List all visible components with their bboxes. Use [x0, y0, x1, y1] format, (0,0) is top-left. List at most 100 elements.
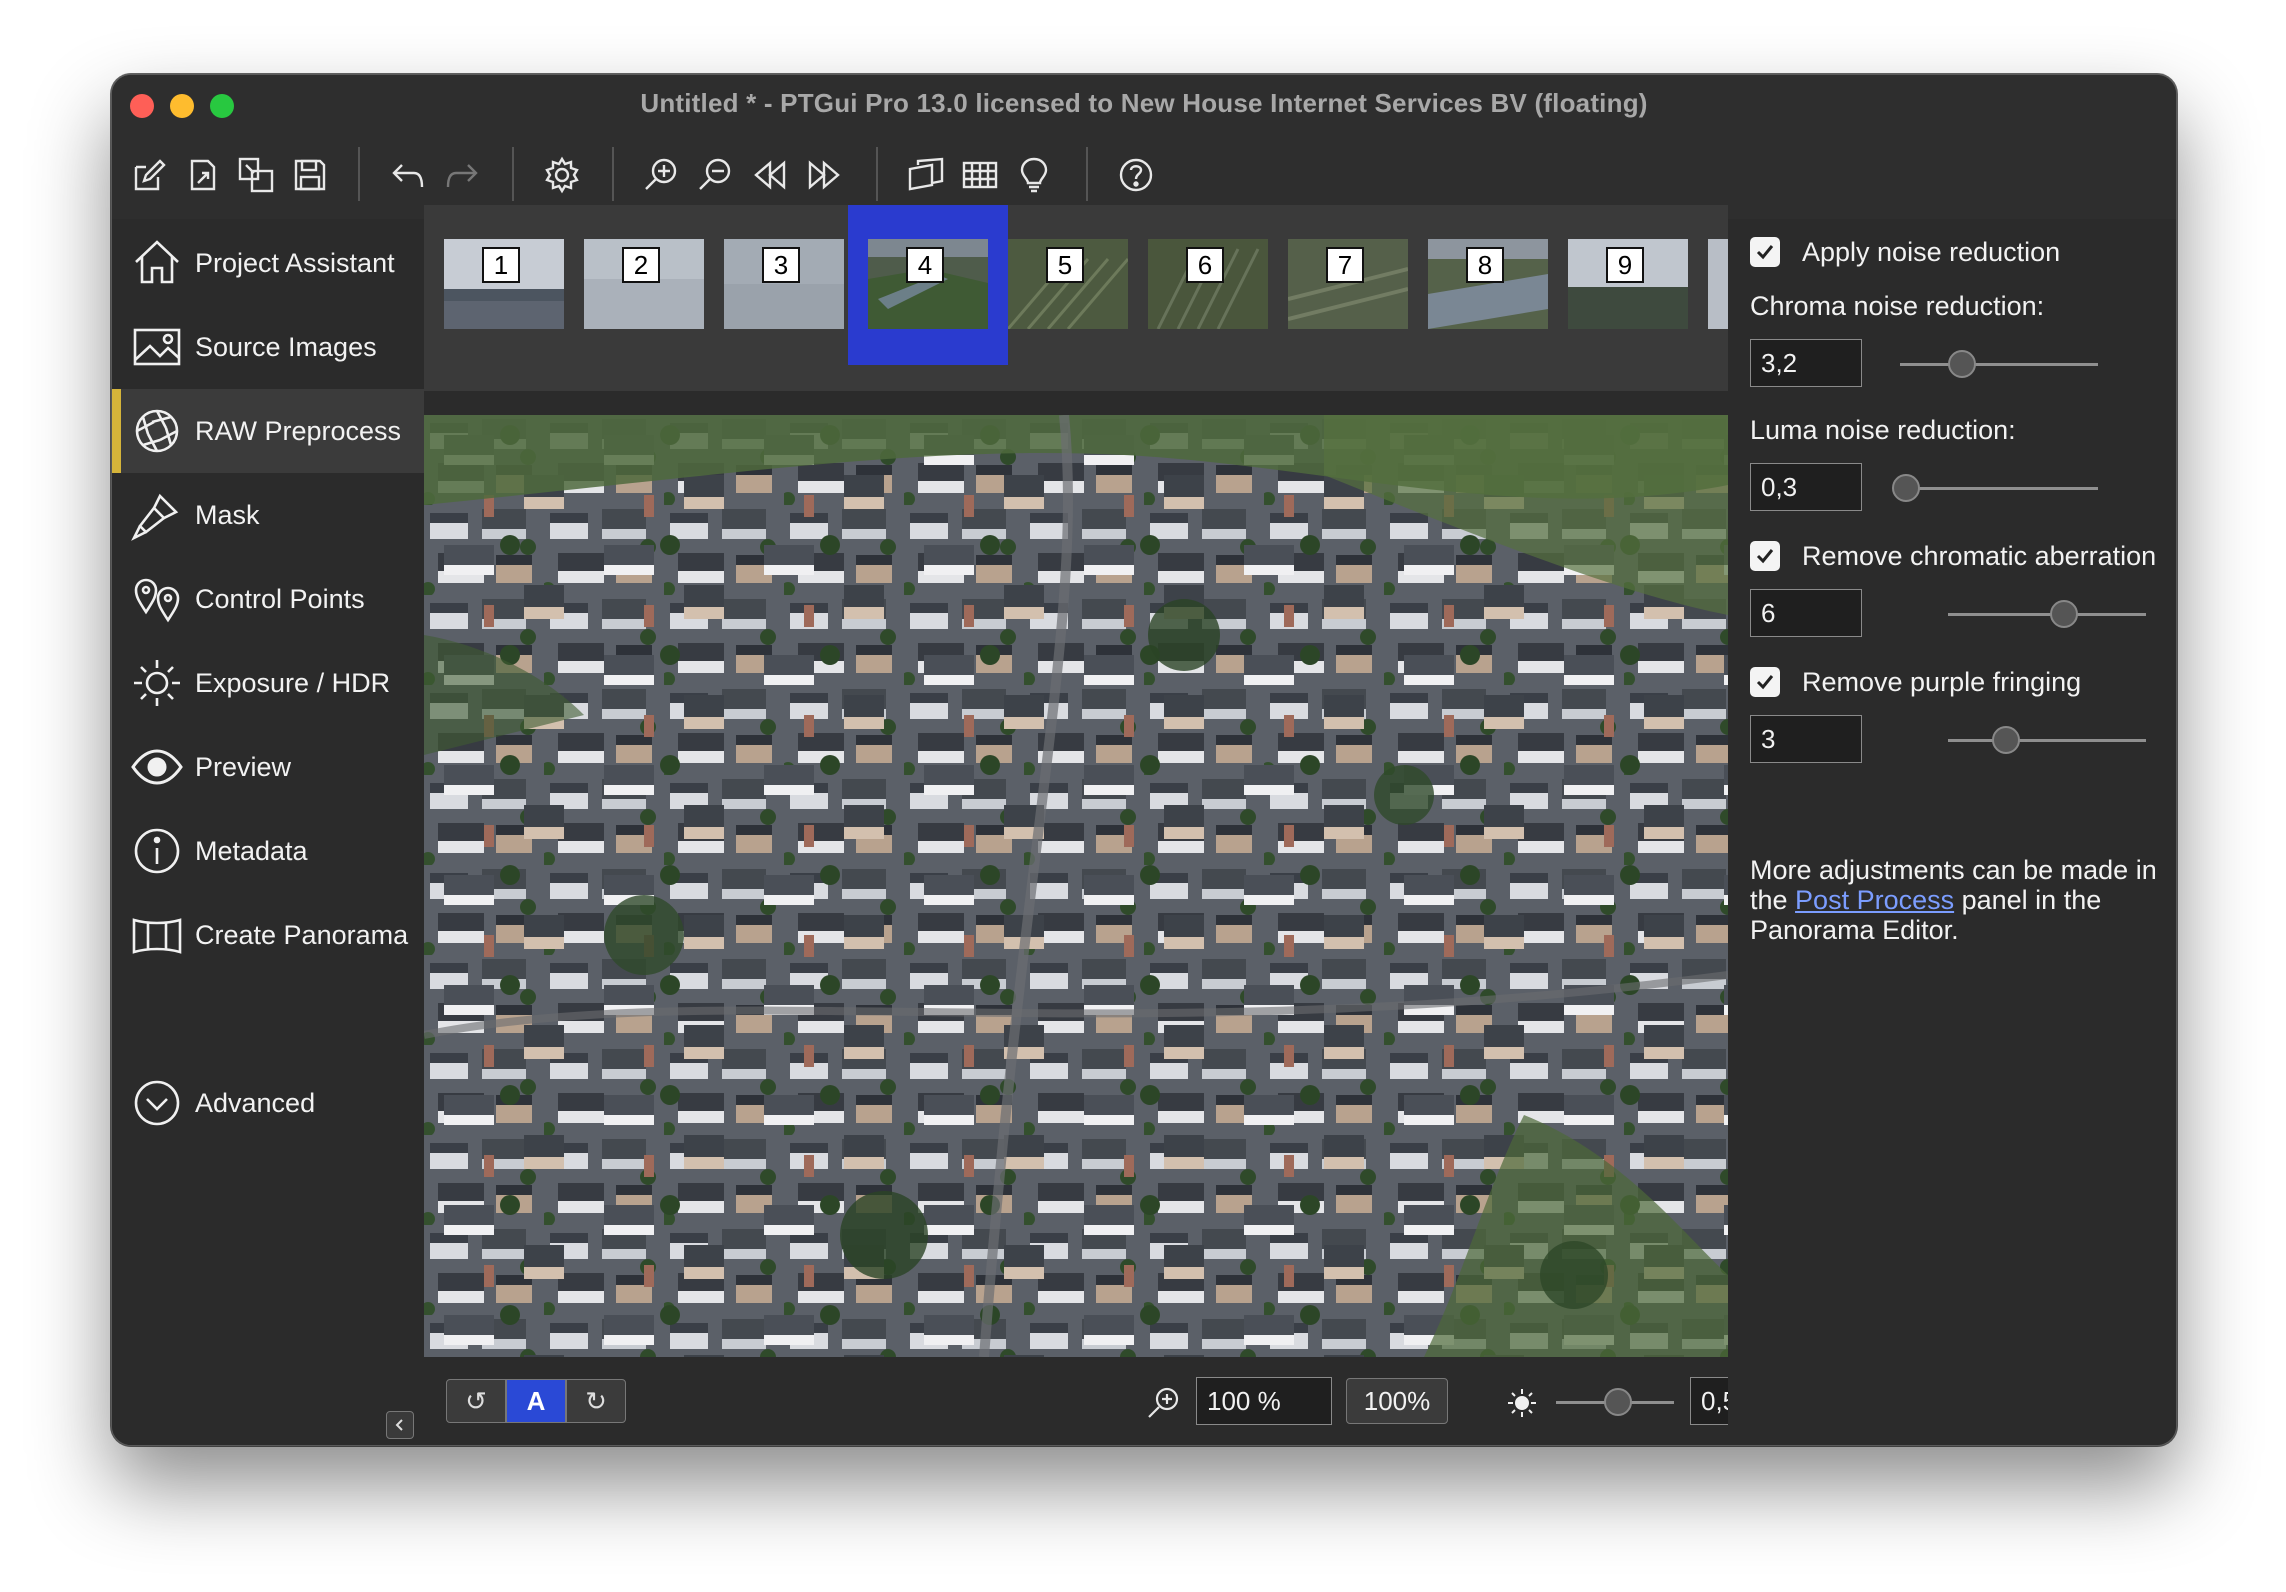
sidebar-item-source-images[interactable]: Source Images: [112, 305, 424, 389]
panorama-editor-button[interactable]: [902, 151, 950, 199]
raw-preprocess-panel: Apply noise reduction Chroma noise reduc…: [1728, 219, 2176, 1445]
checkmark-icon: [1756, 549, 1774, 564]
help-button[interactable]: [1112, 151, 1160, 199]
rotate-left-icon: ↺: [465, 1385, 487, 1416]
thumbnail-1[interactable]: 1: [444, 239, 564, 329]
help-icon: [1119, 158, 1153, 192]
image-viewer[interactable]: [424, 415, 1728, 1357]
map-pin-icon: [130, 572, 184, 626]
sidebar-item-label: Project Assistant: [195, 247, 395, 278]
redo-button[interactable]: [438, 151, 486, 199]
settings-button[interactable]: [538, 151, 586, 199]
next-image-button[interactable]: [800, 151, 848, 199]
thumbnail-number: 2: [622, 247, 660, 283]
auto-rotate-label: A: [526, 1385, 546, 1416]
sidebar-item-label: Create Panorama: [195, 919, 409, 950]
sidebar-item-raw-preprocess[interactable]: RAW Preprocess: [112, 389, 424, 473]
collapse-sidebar-button[interactable]: [386, 1411, 414, 1439]
luma-noise-label: Luma noise reduction:: [1750, 415, 2016, 445]
sidebar-item-advanced[interactable]: Advanced: [112, 1061, 424, 1145]
auto-rotate-button[interactable]: A: [506, 1379, 566, 1423]
rotate-left-button[interactable]: ↺: [446, 1379, 506, 1423]
sidebar-item-label: Preview: [195, 751, 292, 782]
thumbnail-number: 9: [1606, 247, 1644, 283]
add-images-button[interactable]: [232, 151, 280, 199]
chromatic-aberration-slider-knob[interactable]: [2050, 600, 2078, 628]
panorama-editor-icon: [908, 157, 944, 191]
window-title: Untitled * - PTGui Pro 13.0 licensed to …: [640, 88, 1648, 118]
sidebar-item-label: Control Points: [195, 583, 365, 614]
sidebar-item-label: Advanced: [195, 1087, 316, 1118]
post-process-link[interactable]: Post Process: [1795, 885, 1954, 915]
chroma-noise-label: Chroma noise reduction:: [1750, 291, 2045, 321]
thumbnail-5[interactable]: 5: [1008, 239, 1128, 329]
exposure-slider-knob[interactable]: [1604, 1388, 1632, 1416]
undo-button[interactable]: [384, 151, 432, 199]
luma-noise-slider-knob[interactable]: [1892, 474, 1920, 502]
thumbnail-number: 1: [482, 247, 520, 283]
checkmark-icon: [1756, 245, 1774, 260]
chroma-noise-field[interactable]: 3,2: [1750, 339, 1862, 387]
open-project-button[interactable]: [178, 151, 226, 199]
apply-noise-reduction-label: Apply noise reduction: [1802, 237, 2061, 267]
previous-image-button[interactable]: [746, 151, 794, 199]
chromatic-aberration-slider[interactable]: [1948, 613, 2146, 616]
chevron-down-circle-icon: [130, 1076, 184, 1130]
thumbnail-number: 6: [1186, 247, 1224, 283]
lightbulb-button[interactable]: [1010, 151, 1058, 199]
chromatic-aberration-field[interactable]: 6: [1750, 589, 1862, 637]
sidebar-item-exposure-hdr[interactable]: Exposure / HDR: [112, 641, 424, 725]
thumbnail-7[interactable]: 7: [1288, 239, 1408, 329]
viewer-bottom-bar: ↺ A ↻ 100 % 100% 0,5 EV: [424, 1357, 1818, 1445]
lightbulb-icon: [1020, 157, 1048, 193]
thumbnail-6[interactable]: 6: [1148, 239, 1268, 329]
purple-fringing-field[interactable]: 3: [1750, 715, 1862, 763]
thumbnail-10-partial[interactable]: [1708, 239, 1728, 329]
chroma-noise-slider-knob[interactable]: [1948, 350, 1976, 378]
post-process-note: More adjustments can be made in the Post…: [1750, 855, 2160, 945]
sidebar-item-project-assistant[interactable]: Project Assistant: [112, 221, 424, 305]
remove-purple-fringing-checkbox[interactable]: [1750, 667, 1780, 697]
toolbar-separator: [612, 147, 614, 201]
rotate-right-button[interactable]: ↻: [566, 1379, 626, 1423]
thumbnail-2[interactable]: 2: [584, 239, 704, 329]
save-button[interactable]: [286, 151, 334, 199]
zoom-percent-field[interactable]: 100 %: [1196, 1377, 1332, 1425]
sidebar-item-metadata[interactable]: Metadata: [112, 809, 424, 893]
luma-noise-slider[interactable]: [1900, 487, 2098, 490]
table-button[interactable]: [956, 151, 1004, 199]
eye-icon: [130, 740, 184, 794]
thumbnail-number: 3: [762, 247, 800, 283]
aerial-village-photo: [424, 415, 1728, 1357]
sidebar: Project Assistant Source Images RAW Prep…: [112, 219, 424, 1445]
zoom-icon: [1146, 1385, 1182, 1421]
thumbnail-3[interactable]: 3: [724, 239, 844, 329]
sidebar-item-preview[interactable]: Preview: [112, 725, 424, 809]
remove-chromatic-aberration-checkbox[interactable]: [1750, 541, 1780, 571]
checkmark-icon: [1756, 675, 1774, 690]
sidebar-item-create-panorama[interactable]: Create Panorama: [112, 893, 424, 977]
sidebar-item-label: Mask: [195, 499, 260, 530]
thumbnail-4[interactable]: 4: [868, 239, 988, 329]
thumbnail-8[interactable]: 8: [1428, 239, 1548, 329]
purple-fringing-slider-knob[interactable]: [1992, 726, 2020, 754]
zoom-100-button[interactable]: 100%: [1346, 1378, 1448, 1424]
new-project-button[interactable]: [124, 151, 172, 199]
new-project-icon: [134, 159, 166, 191]
brush-icon: [130, 488, 184, 542]
ptgui-window: Untitled * - PTGui Pro 13.0 licensed to …: [111, 74, 2177, 1446]
remove-purple-fringing-label: Remove purple fringing: [1802, 667, 2082, 697]
apply-noise-reduction-checkbox[interactable]: [1750, 237, 1780, 267]
sidebar-item-control-points[interactable]: Control Points: [112, 557, 424, 641]
table-icon: [962, 161, 998, 189]
chroma-noise-slider[interactable]: [1900, 363, 2098, 366]
purple-fringing-slider[interactable]: [1948, 739, 2146, 742]
title-bar: Untitled * - PTGui Pro 13.0 licensed to …: [112, 75, 2176, 131]
thumbnail-9[interactable]: 9: [1568, 239, 1688, 329]
zoom-out-button[interactable]: [692, 151, 740, 199]
luma-noise-field[interactable]: 0,3: [1750, 463, 1862, 511]
chevron-left-icon: [395, 1419, 403, 1431]
thumbnail-number: 7: [1326, 247, 1364, 283]
sidebar-item-mask[interactable]: Mask: [112, 473, 424, 557]
zoom-in-button[interactable]: [638, 151, 686, 199]
